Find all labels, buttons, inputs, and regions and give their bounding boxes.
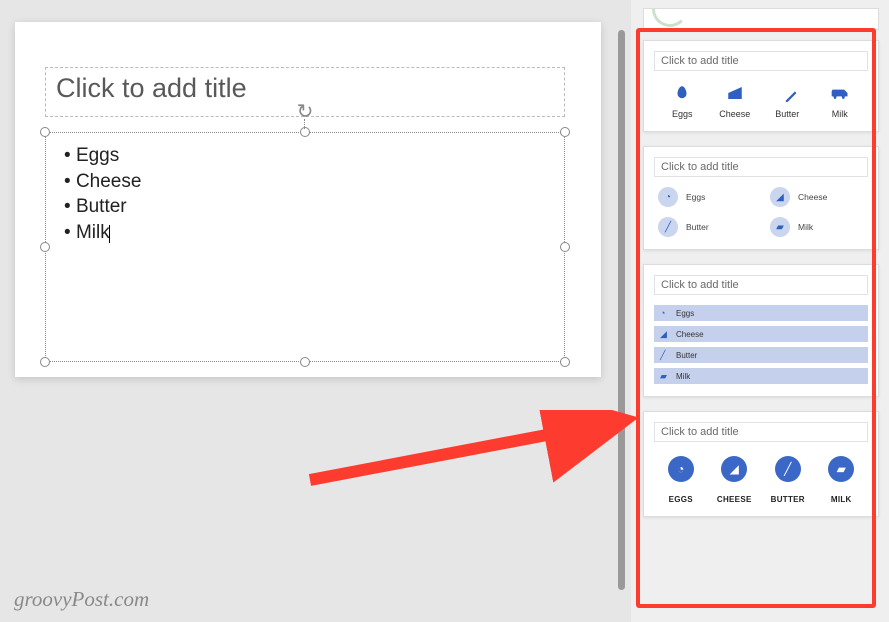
slide[interactable]: Click to add title Eggs Cheese Butter Mi…: [15, 22, 601, 377]
bullet-item[interactable]: Milk: [64, 220, 546, 246]
cheese-icon: [726, 83, 744, 103]
idea-grid: ◔ Eggs ◢ Cheese ╱ Butter ▰ Milk: [654, 187, 868, 237]
idea-title-placeholder: Click to add title: [654, 51, 868, 71]
idea-item: ◔ Eggs: [654, 305, 868, 321]
idea-item: Butter: [765, 83, 809, 119]
swirl-decor-icon: [652, 8, 688, 27]
design-idea-card[interactable]: Click to add title ◔ Eggs ◢ Cheese ╱ Butter…: [643, 264, 879, 397]
idea-title-placeholder: Click to add title: [654, 275, 868, 295]
cow-icon: ▰: [660, 371, 670, 382]
design-idea-card[interactable]: Click to add title ◔ EGGS ◢ CHEESE ╱ BUT…: [643, 411, 879, 517]
idea-item-label: Eggs: [686, 192, 705, 202]
idea-bars: ◔ Eggs ◢ Cheese ╱ Butter ▰ Milk: [654, 305, 868, 384]
idea-icon-row: Eggs Cheese Butter Milk: [654, 81, 868, 119]
resize-handle-tr[interactable]: [560, 127, 570, 137]
resize-handle-mr[interactable]: [560, 242, 570, 252]
resize-handle-tl[interactable]: [40, 127, 50, 137]
resize-handle-ml[interactable]: [40, 242, 50, 252]
slide-canvas[interactable]: Click to add title Eggs Cheese Butter Mi…: [0, 0, 618, 622]
bullet-item[interactable]: Eggs: [64, 143, 546, 169]
butter-icon: ╱: [775, 456, 801, 482]
idea-item-label: MILK: [831, 495, 852, 504]
design-idea-card[interactable]: Click to add title Eggs Cheese Butter: [643, 40, 879, 132]
resize-handle-br[interactable]: [560, 357, 570, 367]
butter-icon: ╱: [658, 217, 678, 237]
idea-title-placeholder: Click to add title: [654, 422, 868, 442]
text-cursor: [109, 225, 110, 243]
idea-item: Milk: [818, 83, 862, 119]
cheese-icon: ◢: [770, 187, 790, 207]
idea-item: Eggs: [660, 83, 704, 119]
design-idea-card[interactable]: Click to add title ◔ Eggs ◢ Cheese ╱ But…: [643, 146, 879, 250]
watermark-text: groovyPost.com: [14, 587, 149, 612]
idea-item: ▰ Milk: [770, 217, 864, 237]
idea-item-label: Eggs: [672, 109, 693, 119]
cheese-icon: ◢: [721, 456, 747, 482]
idea-item-label: Eggs: [676, 309, 694, 318]
idea-item: ▰ MILK: [819, 456, 863, 504]
idea-item: ◢ Cheese: [654, 326, 868, 342]
egg-icon: ◔: [658, 187, 678, 207]
resize-handle-bl[interactable]: [40, 357, 50, 367]
idea-item: ◔ EGGS: [659, 456, 703, 504]
egg-icon: [673, 83, 691, 103]
idea-icon-row: ◔ EGGS ◢ CHEESE ╱ BUTTER ▰ MILK: [654, 452, 868, 504]
idea-item-label: Cheese: [676, 330, 704, 339]
cow-icon: [830, 83, 850, 103]
idea-item: ▰ Milk: [654, 368, 868, 384]
idea-item-label: Milk: [676, 372, 690, 381]
egg-icon: ◔: [668, 456, 694, 482]
idea-item-label: Butter: [686, 222, 709, 232]
design-idea-card-partial[interactable]: [643, 8, 879, 30]
slide-content-placeholder[interactable]: Eggs Cheese Butter Milk ↻: [45, 132, 565, 362]
idea-item: ╱ Butter: [654, 347, 868, 363]
idea-item: ◔ Eggs: [658, 187, 752, 207]
butter-icon: ╱: [660, 350, 670, 361]
cow-icon: ▰: [828, 456, 854, 482]
cheese-icon: ◢: [660, 329, 670, 340]
idea-item-label: Butter: [676, 351, 697, 360]
idea-item: ╱ BUTTER: [766, 456, 810, 504]
idea-item: Cheese: [713, 83, 757, 119]
idea-item-label: CHEESE: [717, 495, 752, 504]
idea-title-placeholder: Click to add title: [654, 157, 868, 177]
idea-item-label: BUTTER: [771, 495, 805, 504]
idea-item-label: Butter: [775, 109, 799, 119]
resize-handle-bm[interactable]: [300, 357, 310, 367]
bullet-item[interactable]: Butter: [64, 194, 546, 220]
idea-item: ◢ CHEESE: [712, 456, 756, 504]
resize-handle-tm[interactable]: [300, 127, 310, 137]
bullet-text: Milk: [76, 222, 110, 243]
idea-item: ◢ Cheese: [770, 187, 864, 207]
idea-item-label: EGGS: [669, 495, 693, 504]
idea-item-label: Cheese: [798, 192, 827, 202]
bullet-item[interactable]: Cheese: [64, 169, 546, 195]
cow-icon: ▰: [770, 217, 790, 237]
rotate-handle-icon[interactable]: ↻: [293, 99, 317, 123]
egg-icon: ◔: [660, 308, 670, 318]
design-ideas-panel[interactable]: Click to add title Eggs Cheese Butter: [631, 0, 889, 622]
idea-item-label: Milk: [832, 109, 848, 119]
idea-item-label: Cheese: [719, 109, 750, 119]
idea-item-label: Milk: [798, 222, 813, 232]
idea-item: ╱ Butter: [658, 217, 752, 237]
butter-icon: [778, 83, 796, 103]
vertical-scrollbar[interactable]: [618, 30, 625, 590]
